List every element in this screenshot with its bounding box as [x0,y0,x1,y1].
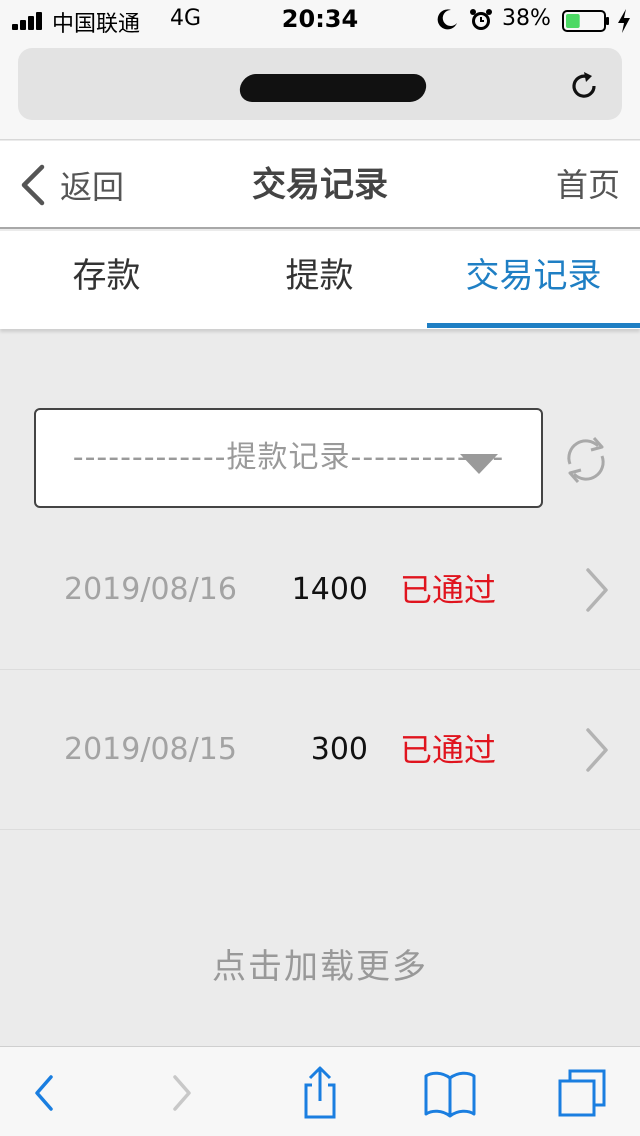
share-icon [304,1066,336,1119]
tab-withdraw[interactable]: 提款 [213,231,426,323]
back-label: 返回 [60,168,125,206]
chevron-right-icon[interactable] [582,726,612,774]
address-bar[interactable] [18,48,622,120]
record-status: 已通过 [400,731,497,769]
bookmarks-button[interactable] [420,1063,480,1123]
signal-icon [12,12,46,30]
tabs-button[interactable] [552,1063,612,1123]
dropdown-caret-icon [460,454,498,474]
record-date: 2019/08/16 [64,572,237,607]
forward-nav-button[interactable] [152,1063,212,1123]
browser-toolbar [0,1046,640,1136]
charging-icon [618,9,630,33]
record-amount: 300 [310,732,368,767]
status-bar: 中国联通 4G 20:34 38% [0,0,640,40]
record-amount: 1400 [291,572,368,607]
record-status: 已通过 [400,571,497,609]
tab-transaction-records[interactable]: 交易记录 [427,231,640,323]
battery-percent: 38% [502,6,551,31]
chevron-right-icon[interactable] [582,566,612,614]
tabs-icon [558,1069,606,1117]
battery-icon [562,10,609,32]
network-type: 4G [170,6,202,31]
share-button[interactable] [290,1063,350,1123]
chevron-left-icon [21,164,45,206]
tab-bar: 存款 提款 交易记录 [0,231,640,329]
tab-deposit[interactable]: 存款 [0,231,213,323]
transaction-row[interactable]: 2019/08/15 300 已通过 [0,670,640,830]
moon-icon [437,9,457,30]
alarm-icon [470,9,492,30]
active-tab-indicator [427,323,640,328]
forward-arrow-icon [173,1075,191,1111]
reload-icon[interactable] [566,68,602,104]
home-link[interactable]: 首页 [556,141,620,229]
record-type-select[interactable]: -------------提款记录------------- [34,408,543,508]
back-arrow-icon [35,1075,53,1111]
redacted-url [238,74,428,102]
bookmarks-icon [424,1071,476,1118]
browser-address-area [0,40,640,140]
transaction-row[interactable]: 2019/08/16 1400 已通过 [0,510,640,670]
back-button[interactable]: 返回 [18,141,124,229]
back-nav-button[interactable] [14,1063,74,1123]
record-date: 2019/08/15 [64,732,237,767]
carrier-name: 中国联通 [52,12,141,37]
page-header: 返回 交易记录 首页 [0,141,640,229]
load-more-button[interactable]: 点击加载更多 [0,930,640,1004]
refresh-icon[interactable] [560,434,612,486]
